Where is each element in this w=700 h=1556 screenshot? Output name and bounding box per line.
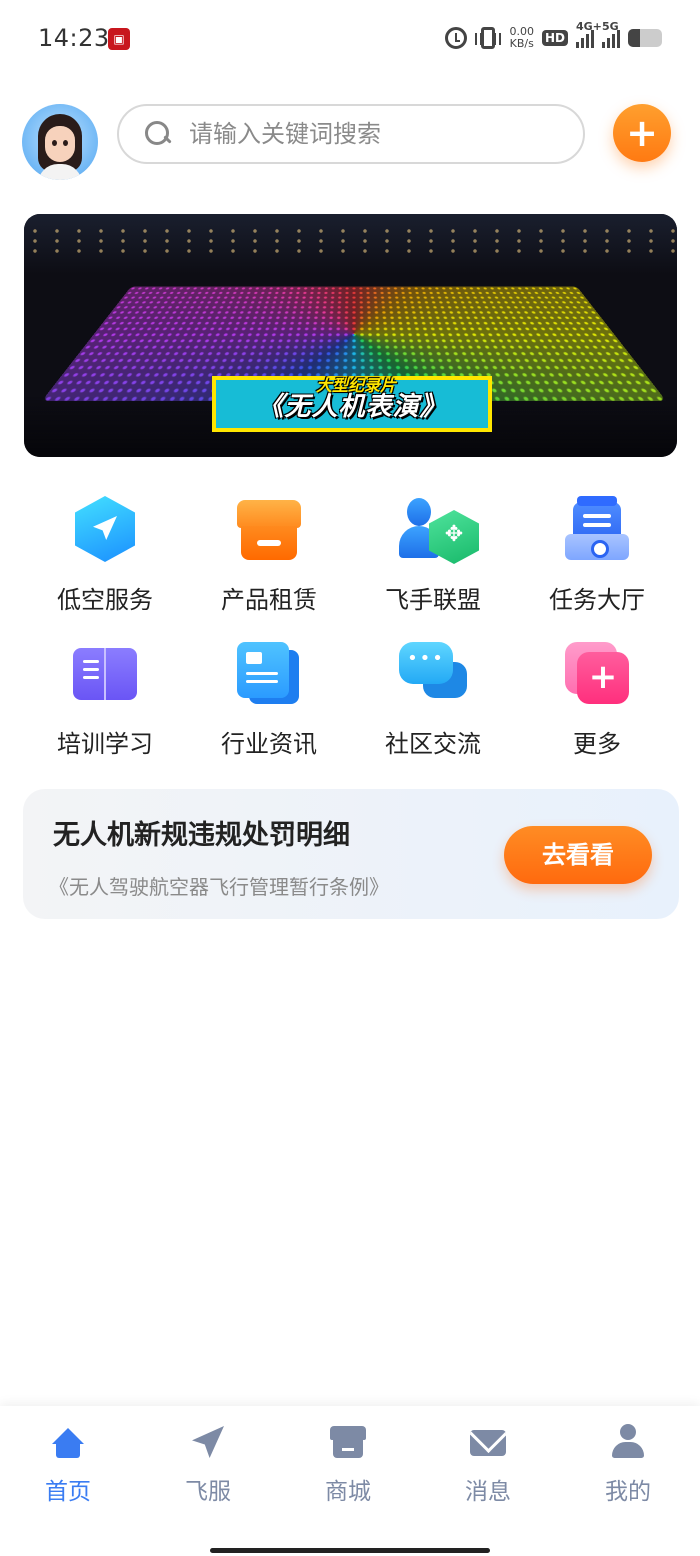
banner-city-lights [24,214,677,274]
grid-item-label: 低空服务 [57,586,153,614]
bottom-tab-bar: 首页 飞服 商城 消息 我的 [0,1406,700,1556]
signal-5g-icon: 5G [602,20,620,48]
notice-subtitle: 《无人驾驶航空器飞行管理暂行条例》 [49,875,389,899]
search-bar[interactable] [117,104,585,164]
book-icon [71,640,139,708]
network-speed-unit: KB/s [509,37,534,50]
banner-carousel[interactable]: 《无人机表演》 大型纪录片 [24,214,677,457]
hd-icon: HD [541,30,568,46]
alarm-icon [445,27,468,49]
grid-item-product-rental[interactable]: 产品租赁 [187,496,351,616]
paper-plane-hex-icon [71,496,139,564]
tab-label: 商城 [325,1479,371,1505]
grid-item-industry-news[interactable]: 行业资讯 [187,640,351,760]
news-doc-icon [235,640,303,708]
home-icon [50,1424,86,1460]
avatar[interactable] [22,104,98,180]
avatar-face [45,126,75,162]
clipboard-icon [563,496,631,564]
vibrate-icon [475,27,502,49]
tab-label: 首页 [45,1479,91,1505]
tab-label: 我的 [605,1479,651,1505]
grid-item-label: 行业资讯 [221,730,317,758]
search-input[interactable] [189,120,569,148]
tab-messages[interactable]: 消息 [438,1424,538,1514]
grid-item-label: 社区交流 [385,730,481,758]
tab-profile[interactable]: 我的 [578,1424,678,1514]
status-indicators: 0.00 KB/s HD 4G+ 5G [445,20,662,50]
grid-item-community[interactable]: 社区交流 [351,640,515,760]
tab-flight-service[interactable]: 飞服 [158,1424,258,1514]
app-notification-icon: ▣ [108,28,130,50]
status-bar: 14:23 ▣ 0.00 KB/s HD 4G+ 5G [0,0,700,78]
grid-item-label: 更多 [573,730,621,758]
status-time: 14:23 [38,24,110,52]
banner-caption-top: 大型纪录片 [316,376,397,395]
plus-squares-icon: + [563,640,631,708]
tab-label: 消息 [465,1479,511,1505]
battery-icon [628,29,662,47]
pilot-drone-icon [399,496,479,564]
signal-5g-label: 5G [602,20,619,33]
tab-home[interactable]: 首页 [18,1424,118,1514]
tab-mall[interactable]: 商城 [298,1424,398,1514]
add-button[interactable]: + [613,104,671,162]
view-button[interactable]: 去看看 [504,826,652,884]
tab-label: 飞服 [185,1479,231,1505]
grid-item-label: 飞手联盟 [385,586,481,614]
mail-icon [470,1424,506,1460]
chat-bubbles-icon [399,640,467,708]
grid-item-low-altitude-service[interactable]: 低空服务 [23,496,187,616]
user-icon [610,1424,646,1460]
network-speed: 0.00 KB/s [509,26,534,50]
notice-title: 无人机新规违规处罚明细 [53,820,350,851]
grid-item-label: 培训学习 [57,730,153,758]
search-icon [145,121,171,147]
shop-icon [235,496,303,564]
grid-item-pilot-alliance[interactable]: 飞手联盟 [351,496,515,616]
grid-item-label: 产品租赁 [221,586,317,614]
signal-4g-label: 4G+ [576,20,602,33]
avatar-eye [52,140,57,146]
avatar-eye [63,140,68,146]
store-icon [330,1424,366,1460]
home-indicator[interactable] [210,1548,490,1553]
grid-item-training[interactable]: 培训学习 [23,640,187,760]
grid-item-more[interactable]: + 更多 [515,640,679,760]
paper-plane-icon [190,1424,226,1460]
battery-level [628,29,640,47]
grid-item-label: 任务大厅 [549,586,645,614]
signal-4g-icon: 4G+ [576,20,602,48]
notice-card[interactable]: 无人机新规违规处罚明细 《无人驾驶航空器飞行管理暂行条例》 去看看 [23,789,679,919]
grid-item-task-hall[interactable]: 任务大厅 [515,496,679,616]
